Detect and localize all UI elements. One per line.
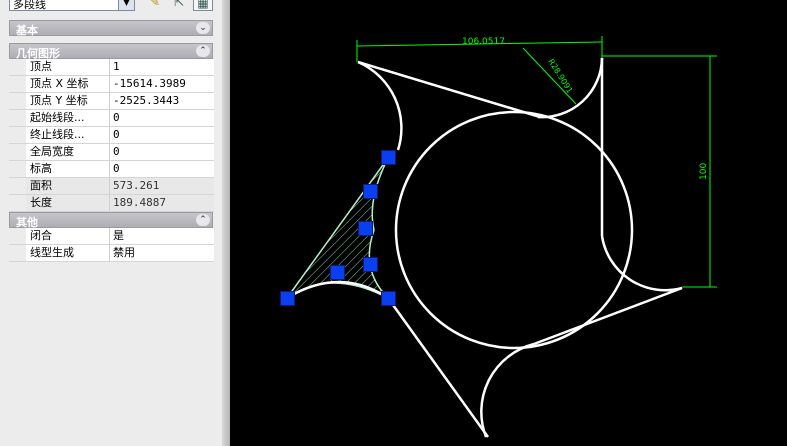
grip-handle[interactable] [363,257,378,272]
property-row-vertex-x[interactable]: 顶点 X 坐标 -15614.3989 [9,76,214,93]
grip-handle[interactable] [381,150,396,165]
row-gutter [9,161,26,177]
property-label: 顶点 Y 坐标 [26,93,110,109]
property-value: 573.261 [110,178,214,194]
row-gutter [9,245,26,261]
toggle-pickadd-icon[interactable]: ▦ [193,0,213,11]
palette-toolbar: 多段线 ▼ ✎ ⇱ ▦ [0,0,230,13]
property-value[interactable]: 0 [110,144,214,160]
properties-palette: 多段线 ▼ ✎ ⇱ ▦ 基本 ⌄ 几何图形 ⌃ 顶点 1 顶点 X 坐标 -15… [0,0,230,446]
geometry-properties-table: 顶点 1 顶点 X 坐标 -15614.3989 顶点 Y 坐标 -2525.3… [9,59,214,212]
property-row-linetype-generation[interactable]: 线型生成 禁用 [9,245,214,262]
right-lower-arc [600,235,683,292]
row-gutter [9,127,26,143]
property-value[interactable]: 是 [110,228,214,244]
property-label: 面积 [26,178,110,194]
collapse-icon[interactable]: ⌃ [196,214,210,226]
section-basic-title: 基本 [16,24,38,37]
property-value[interactable]: 0 [110,127,214,143]
expand-icon[interactable]: ⌄ [196,22,210,34]
property-label: 闭合 [26,228,110,244]
property-value[interactable]: -15614.3989 [110,76,214,92]
tangent-line [357,60,541,119]
row-gutter [9,76,26,92]
property-value: 189.4887 [110,195,214,211]
property-row-vertex-y[interactable]: 顶点 Y 坐标 -2525.3443 [9,93,214,110]
property-row-vertex[interactable]: 顶点 1 [9,59,214,76]
property-label: 线型生成 [26,245,110,261]
drawing-canvas[interactable]: 106.0517 R28.9091 100 [230,0,787,446]
property-value[interactable]: 0 [110,161,214,177]
grip-handle[interactable] [280,291,295,306]
palette-edge[interactable] [222,0,230,446]
object-type-select[interactable]: 多段线 ▼ [9,0,135,11]
row-gutter [9,93,26,109]
property-label: 终止线段... [26,127,110,143]
chevron-down-icon[interactable]: ▼ [118,0,134,10]
grip-handle[interactable] [363,184,378,199]
property-row-global-width[interactable]: 全局宽度 0 [9,144,214,161]
tangent-line [533,286,683,346]
top-left-arc [357,60,403,151]
property-label: 全局宽度 [26,144,110,160]
cad-drawing: 106.0517 R28.9091 100 [286,36,717,438]
property-label: 顶点 [26,59,110,75]
property-label: 起始线段... [26,110,110,126]
property-row-elevation[interactable]: 标高 0 [9,161,214,178]
grip-handle[interactable] [358,221,373,236]
property-row-closed[interactable]: 闭合 是 [9,228,214,245]
row-gutter [9,110,26,126]
property-value[interactable]: -2525.3443 [110,93,214,109]
dimension-radius [522,47,577,105]
center-circle [394,110,634,350]
property-label: 标高 [26,161,110,177]
bottom-arc [480,342,535,438]
row-gutter [9,195,26,211]
row-gutter [9,144,26,160]
dimension-right-text: 100 [699,163,709,180]
dimension-top-text: 106.0517 [462,37,505,47]
property-label: 长度 [26,195,110,211]
section-basic-header[interactable]: 基本 ⌄ [9,20,213,37]
dimension-radius-text: R28.9091 [546,57,574,95]
misc-properties-table: 闭合 是 线型生成 禁用 [9,228,214,262]
object-type-value: 多段线 [13,0,46,11]
property-row-end-segment-width[interactable]: 终止线段... 0 [9,127,214,144]
section-misc-header[interactable]: 其他 ⌃ [9,212,213,229]
row-gutter [9,178,26,194]
row-gutter [9,59,26,75]
property-value[interactable]: 禁用 [110,245,214,261]
property-row-length: 长度 189.4887 [9,195,214,212]
property-row-area: 面积 573.261 [9,178,214,195]
property-label: 顶点 X 坐标 [26,76,110,92]
property-value[interactable]: 1 [110,59,214,75]
row-gutter [9,228,26,244]
grip-handle[interactable] [381,291,396,306]
property-value[interactable]: 0 [110,110,214,126]
quick-select-icon[interactable]: ✎ [145,0,165,11]
collapse-icon[interactable]: ⌃ [196,45,210,57]
select-objects-icon[interactable]: ⇱ [169,0,189,11]
section-geometry-header[interactable]: 几何图形 ⌃ [9,43,213,60]
property-row-start-segment-width[interactable]: 起始线段... 0 [9,110,214,127]
grip-handle[interactable] [330,265,345,280]
